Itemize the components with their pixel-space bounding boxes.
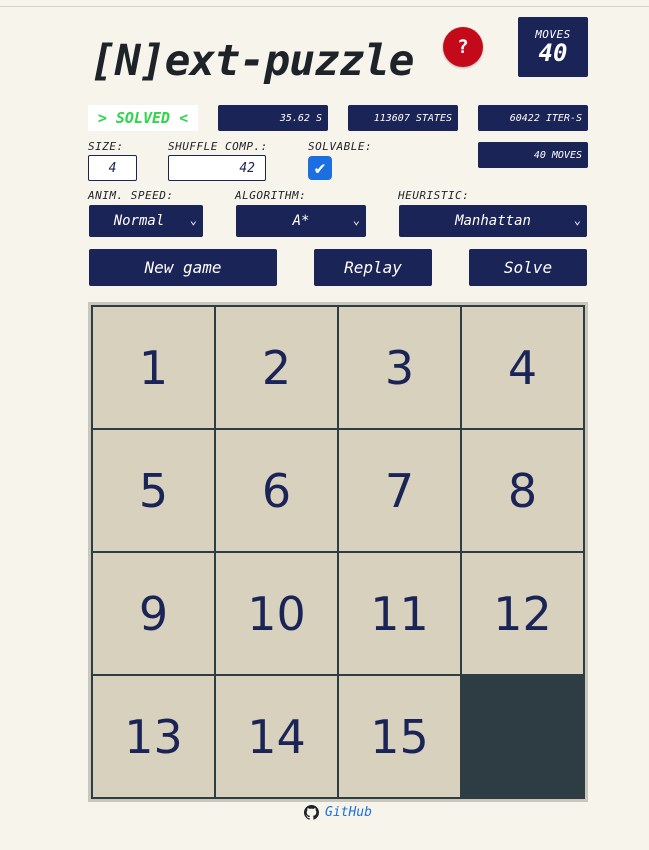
- tile[interactable]: 3: [339, 307, 460, 428]
- chevron-down-icon: ⌄: [189, 213, 197, 227]
- tile[interactable]: 1: [93, 307, 214, 428]
- tile[interactable]: 10: [216, 553, 337, 674]
- tile[interactable]: 13: [93, 676, 214, 797]
- help-button[interactable]: ?: [443, 27, 483, 67]
- moves-value: 40: [538, 38, 568, 67]
- github-link[interactable]: GitHub: [304, 805, 372, 820]
- github-label: GitHub: [325, 805, 372, 820]
- tile[interactable]: 15: [339, 676, 460, 797]
- chevron-down-icon: ⌄: [573, 213, 581, 227]
- tile[interactable]: 4: [462, 307, 583, 428]
- tile[interactable]: 11: [339, 553, 460, 674]
- time-stat: 35.62 S: [218, 105, 328, 131]
- shuffle-input[interactable]: [168, 155, 266, 181]
- tile-grid: 1 2 3 4 5 6 7 8 9 10 11 12 13 14 15: [91, 305, 585, 799]
- size-label: SIZE:: [88, 140, 124, 153]
- heuristic-value: Manhattan: [455, 213, 531, 229]
- tile[interactable]: 8: [462, 430, 583, 551]
- tile[interactable]: 5: [93, 430, 214, 551]
- checkmark-icon: ✔: [314, 157, 326, 179]
- anim-speed-label: ANIM. SPEED:: [88, 189, 174, 202]
- moves-counter: MOVES 40: [518, 17, 588, 77]
- tile[interactable]: 6: [216, 430, 337, 551]
- tile[interactable]: 9: [93, 553, 214, 674]
- tile[interactable]: 12: [462, 553, 583, 674]
- moves-stat: 40 MOVES: [478, 142, 588, 168]
- solvable-label: SOLVABLE:: [308, 140, 373, 153]
- size-input[interactable]: [88, 155, 137, 181]
- empty-tile: [462, 676, 583, 797]
- algorithm-value: A*: [292, 213, 310, 229]
- page-title: [N]ext-puzzle: [90, 36, 415, 86]
- puzzle-board: 1 2 3 4 5 6 7 8 9 10 11 12 13 14 15: [88, 302, 588, 802]
- shuffle-label: SHUFFLE COMP.:: [168, 140, 268, 153]
- new-game-button[interactable]: New game: [89, 249, 277, 286]
- tile[interactable]: 2: [216, 307, 337, 428]
- heuristic-select[interactable]: Manhattan ⌄: [399, 205, 587, 237]
- anim-speed-select[interactable]: Normal ⌄: [89, 205, 203, 237]
- github-icon: [304, 805, 319, 820]
- solved-status: > SOLVED <: [88, 105, 198, 131]
- tile[interactable]: 7: [339, 430, 460, 551]
- states-stat: 113607 STATES: [348, 105, 458, 131]
- solvable-checkbox[interactable]: ✔: [308, 156, 332, 180]
- tile[interactable]: 14: [216, 676, 337, 797]
- anim-speed-value: Normal: [113, 213, 165, 229]
- replay-button[interactable]: Replay: [314, 249, 432, 286]
- algorithm-select[interactable]: A* ⌄: [236, 205, 366, 237]
- iterations-stat: 60422 ITER-S: [478, 105, 588, 131]
- chevron-down-icon: ⌄: [352, 213, 360, 227]
- heuristic-label: HEURISTIC:: [398, 189, 470, 202]
- solve-button[interactable]: Solve: [469, 249, 587, 286]
- algorithm-label: ALGORITHM:: [235, 189, 307, 202]
- top-divider: [0, 6, 649, 7]
